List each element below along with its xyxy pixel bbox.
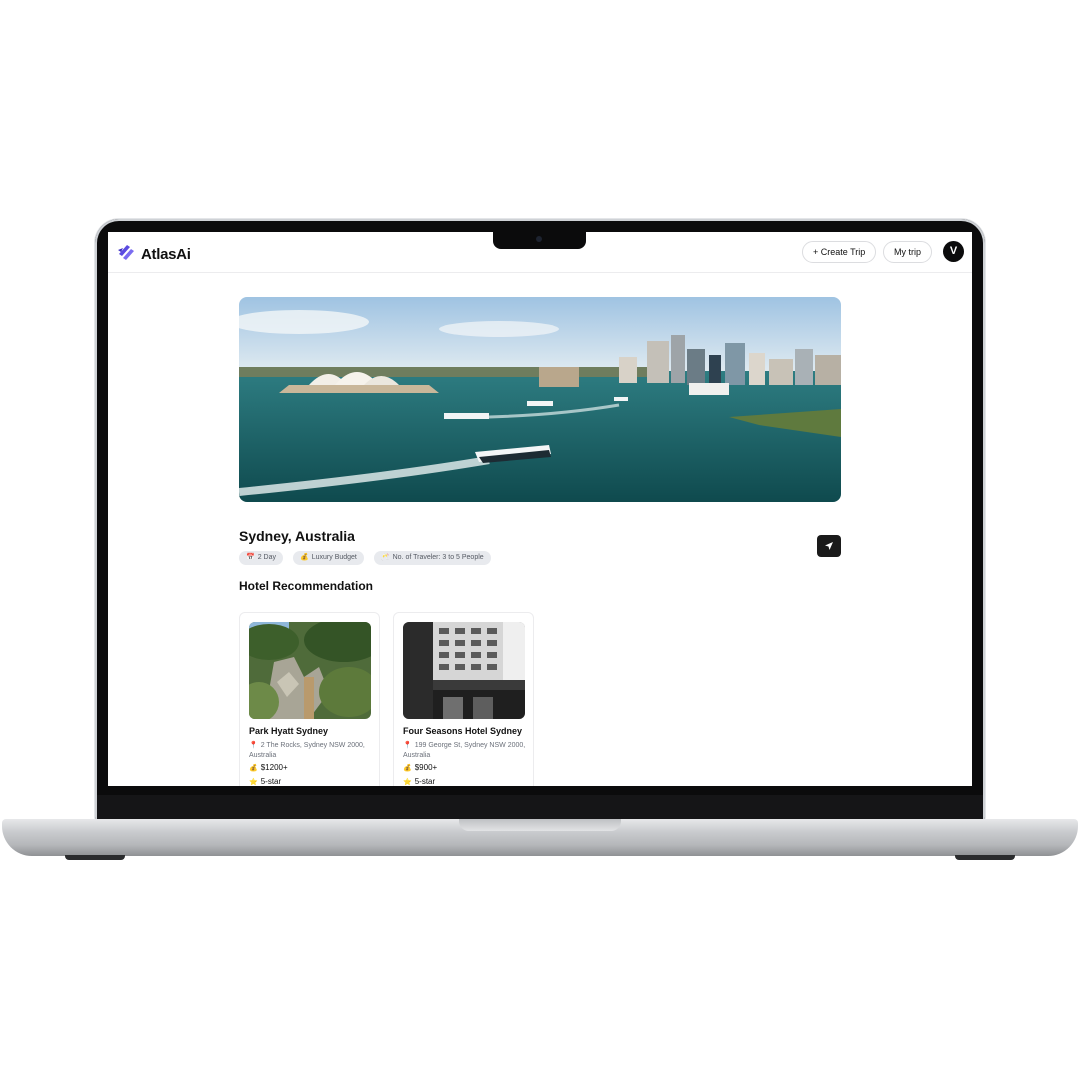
hotel-image: [249, 622, 371, 719]
laptop-opening-notch: [459, 819, 621, 831]
laptop-foot: [955, 855, 1015, 860]
hotel-address-text: 2 The Rocks, Sydney NSW 2000, Australia: [249, 742, 365, 759]
logo[interactable]: AtlasAi: [116, 242, 191, 267]
hotel-price-text: $900+: [414, 763, 438, 772]
hotel-rating: ⭐ 5-star: [249, 777, 281, 786]
hotel-image: [403, 622, 525, 719]
hotel-card[interactable]: Park Hyatt Sydney 📍 2 The Rocks, Sydney N…: [239, 612, 380, 786]
hotel-card[interactable]: Four Seasons Hotel Sydney 📍 199 George St…: [393, 612, 534, 786]
travelers-icon: 🥂: [380, 554, 390, 561]
hotel-name: Four Seasons Hotel Sydney: [403, 726, 523, 736]
hotel-rating-text: 5-star: [260, 777, 282, 786]
laptop-bezel: [97, 795, 983, 819]
star-icon: ⭐: [249, 779, 258, 786]
money-bag-icon: 💰: [300, 554, 309, 561]
money-bag-icon: 💰: [249, 765, 258, 772]
hotel-price: 💰 $900+: [403, 763, 437, 772]
logo-icon: [116, 242, 136, 267]
brand-name: AtlasAi: [141, 246, 191, 263]
location-pin-icon: 📍: [403, 742, 412, 749]
hotel-rating: ⭐ 5-star: [403, 777, 435, 786]
share-button[interactable]: [817, 535, 841, 557]
money-bag-icon: 💰: [403, 765, 412, 772]
hotel-address-text: 199 George St, Sydney NSW 2000, Australi…: [403, 742, 526, 759]
travelers-tag: 🥂 No. of Traveler: 3 to 5 People: [373, 551, 491, 565]
camera-icon: [536, 236, 542, 242]
laptop-foot: [65, 855, 125, 860]
budget-label: Luxury Budget: [311, 554, 357, 561]
avatar[interactable]: V: [943, 241, 964, 262]
trip-tags: 📅 2 Day 💰 Luxury Budget 🥂 No. of Travele…: [239, 551, 491, 565]
hotel-price: 💰 $1200+: [249, 763, 288, 772]
duration-label: 2 Day: [257, 554, 277, 561]
destination-hero-image: [239, 297, 841, 502]
hotel-section-title: Hotel Recommendation: [239, 579, 374, 593]
budget-tag: 💰 Luxury Budget: [293, 551, 364, 565]
star-icon: ⭐: [403, 779, 412, 786]
hotel-name: Park Hyatt Sydney: [249, 726, 329, 736]
hotel-price-text: $1200+: [260, 763, 288, 772]
hotel-address: 📍 199 George St, Sydney NSW 2000, Austral…: [403, 741, 527, 761]
create-trip-button[interactable]: + Create Trip: [802, 241, 877, 263]
calendar-icon: 📅: [246, 554, 255, 561]
my-trip-button[interactable]: My trip: [883, 241, 932, 263]
hotel-rating-text: 5-star: [414, 777, 436, 786]
app-screen: AtlasAi + Create Trip My trip V Sydney, …: [108, 232, 972, 786]
travelers-label: No. of Traveler: 3 to 5 People: [392, 554, 484, 561]
destination-title: Sydney, Australia: [239, 528, 355, 544]
send-icon: [825, 542, 833, 550]
hotel-address: 📍 2 The Rocks, Sydney NSW 2000, Australia: [249, 741, 373, 761]
location-pin-icon: 📍: [249, 742, 258, 749]
duration-tag: 📅 2 Day: [239, 551, 284, 565]
